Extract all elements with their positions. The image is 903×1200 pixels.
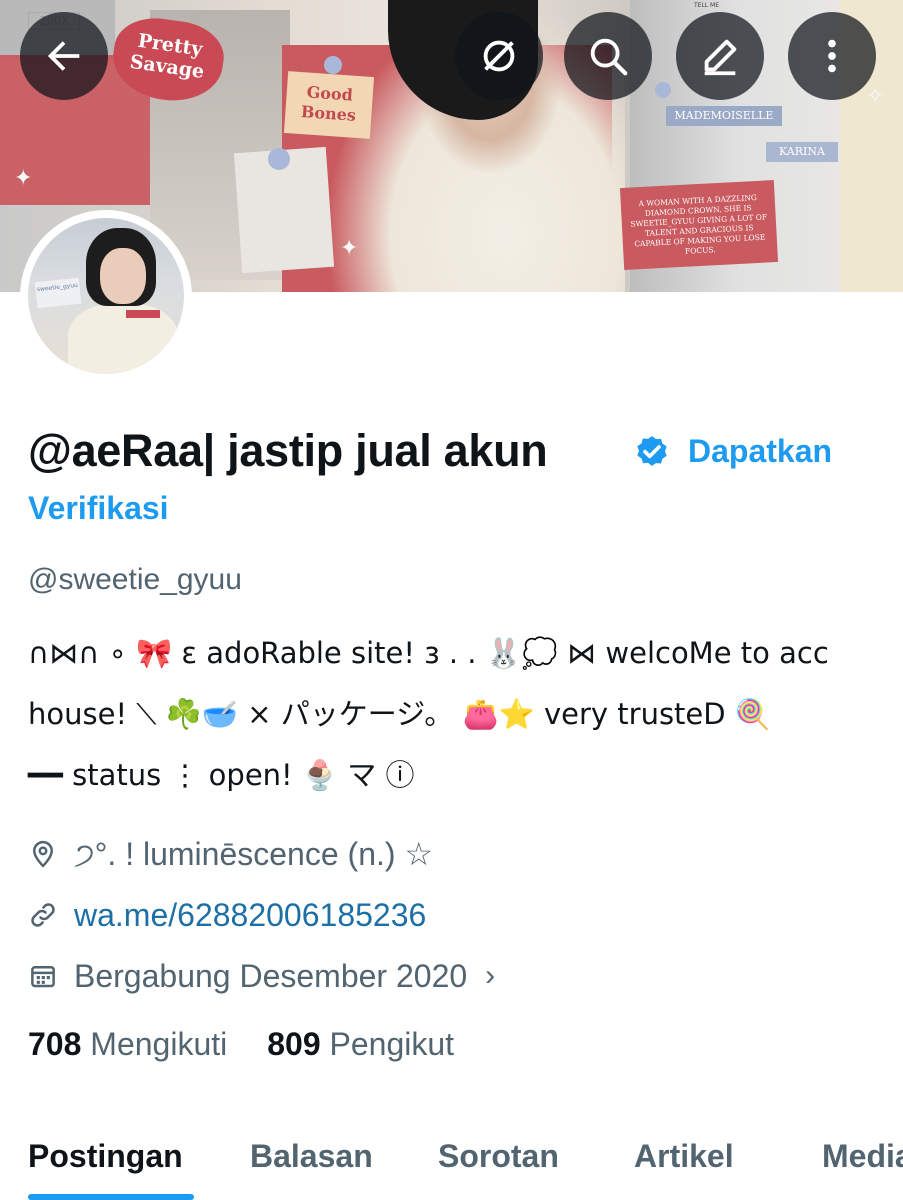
banner-tag: MADEMOISELLE: [666, 106, 782, 126]
bio-line: house! ⟍ ☘️🥣 × パッケージ。 👛⭐ very trusteD 🍭: [28, 697, 771, 731]
edit-button[interactable]: [676, 12, 764, 100]
following-link[interactable]: 708 Mengikuti: [28, 1026, 227, 1070]
arrow-left-icon: [47, 41, 80, 71]
profile-website: wa.me/62882006185236: [28, 893, 426, 937]
sparkle-icon: ✦: [340, 236, 359, 261]
website-link[interactable]: wa.me/62882006185236: [74, 897, 426, 934]
calendar-icon: [31, 966, 55, 988]
chevron-right-icon: ›: [485, 959, 496, 992]
followers-count: 809: [267, 1026, 321, 1062]
banner-tag: KARINA: [766, 142, 838, 162]
sparkle-icon: ✧: [866, 84, 885, 109]
tab-posts[interactable]: Postingan: [28, 1134, 183, 1178]
following-label: Mengikuti: [90, 1026, 228, 1062]
edit-icon: [704, 39, 737, 76]
followers-link[interactable]: 809 Pengikut: [267, 1026, 454, 1070]
location-pin-icon: [32, 840, 54, 868]
location-text: ੭°. ǃ luminēscence (n.) ☆: [74, 835, 434, 872]
banner-quote: A WOMAN WITH A DAZZLING DIAMOND CROWN, S…: [619, 180, 779, 270]
search-button[interactable]: [564, 12, 652, 100]
username-handle: @sweetie_gyuu: [28, 563, 242, 596]
tab-articles[interactable]: Artikel: [634, 1134, 734, 1178]
eye-slash-icon: [483, 40, 515, 72]
profile-joined[interactable]: Bergabung Desember 2020 ›: [28, 954, 495, 998]
following-count: 708: [28, 1026, 82, 1062]
profile-tabs: Postingan Balasan Sorotan Artikel Media: [0, 1120, 903, 1200]
active-tab-indicator: [28, 1194, 194, 1200]
followers-label: Pengikut: [329, 1026, 455, 1062]
profile-location: ੭°. ǃ luminēscence (n.) ☆: [28, 832, 433, 876]
sparkle-icon: ✦: [14, 166, 33, 191]
avatar-shape: [126, 310, 160, 318]
joined-text: Bergabung Desember 2020: [74, 957, 468, 994]
search-icon: [590, 38, 628, 76]
tab-replies[interactable]: Balasan: [250, 1134, 373, 1178]
banner-note-sticker: Good Bones: [283, 71, 375, 139]
bio-line: ∩⋈∩ ∘ 🎀 ε adoRable site! з . . 🐰💭 ⋈ welc…: [28, 636, 829, 670]
get-verified-link[interactable]: Dapatkan: [688, 428, 832, 474]
get-verified-link[interactable]: Verifikasi: [28, 486, 169, 530]
more-vertical-icon: [828, 39, 836, 73]
more-button[interactable]: [788, 12, 876, 100]
bio-line: ━━ status ⋮ open! 🍨 マ ⓘ: [28, 758, 415, 792]
avatar-shape: [68, 304, 178, 374]
verified-badge-icon[interactable]: [632, 431, 672, 471]
back-button[interactable]: [20, 12, 108, 100]
link-icon: [31, 903, 55, 927]
hide-button[interactable]: [455, 12, 543, 100]
avatar-tag: sweetie_gyuu: [34, 277, 82, 309]
avatar-shape: [100, 248, 146, 304]
banner-dot: [324, 56, 342, 74]
banner-dot: [268, 148, 290, 170]
avatar-image: sweetie_gyuu: [28, 218, 184, 374]
display-name: @aeRaa| jastip jual akun: [28, 425, 548, 476]
profile-bio: ∩⋈∩ ∘ 🎀 ε adoRable site! з . . 🐰💭 ⋈ welc…: [28, 630, 888, 813]
banner-dot: [655, 82, 671, 98]
tab-media[interactable]: Media: [822, 1134, 903, 1178]
tab-highlights[interactable]: Sorotan: [438, 1134, 559, 1178]
avatar[interactable]: sweetie_gyuu: [20, 210, 192, 382]
profile-stats: 708 Mengikuti 809 Pengikut: [28, 1026, 494, 1070]
